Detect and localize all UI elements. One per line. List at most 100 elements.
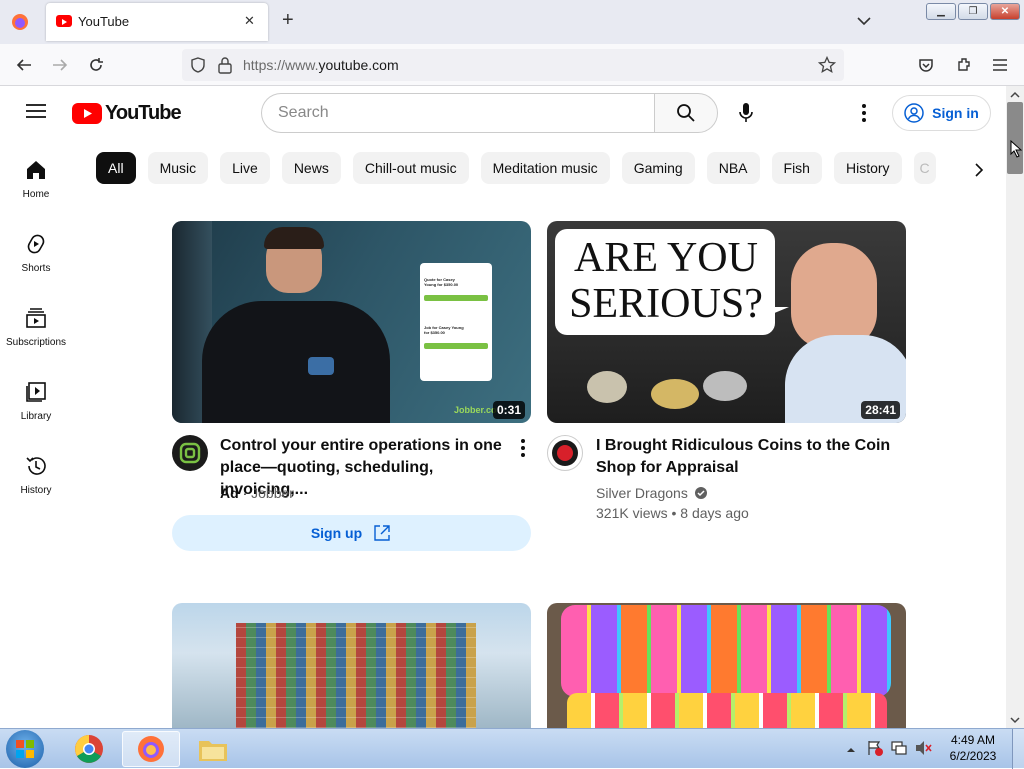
video-duration-badge: 28:41 <box>861 401 900 419</box>
nav-subscriptions-label: Subscriptions <box>5 336 67 348</box>
back-arrow-icon[interactable] <box>10 51 38 79</box>
page-scrollbar[interactable] <box>1006 86 1024 728</box>
extensions-icon[interactable] <box>950 51 978 79</box>
ad-sign-up-button[interactable]: Sign up <box>172 515 531 551</box>
advertiser-name[interactable]: Jobber <box>251 485 294 501</box>
nav-home[interactable]: Home <box>0 142 72 216</box>
taskbar-file-explorer[interactable] <box>184 731 242 767</box>
ad-meta: Ad · Jobber <box>220 485 294 501</box>
windows-logo-icon <box>16 740 34 758</box>
chip-all[interactable]: All <box>96 152 136 184</box>
yt-masthead: YouTube Search Sign in <box>0 86 1006 142</box>
bookmark-star-icon[interactable] <box>817 55 837 74</box>
ad-thumbnail[interactable]: Quote for Casey Young for $350.00 Job fo… <box>172 221 531 423</box>
youtube-play-logo-icon <box>72 102 102 124</box>
channel-avatar[interactable] <box>547 435 583 471</box>
mouse-cursor-icon <box>1010 139 1023 158</box>
voice-search-microphone-icon[interactable] <box>736 102 756 124</box>
restore-window-button[interactable]: ❐ <box>958 3 988 20</box>
tab-title: YouTube <box>78 14 130 29</box>
tracking-shield-icon[interactable] <box>189 56 207 74</box>
sign-in-button[interactable]: Sign in <box>892 95 991 131</box>
video-title-line-2: Shop for Appraisal <box>596 459 739 476</box>
nav-subscriptions[interactable]: Subscriptions <box>0 290 72 364</box>
firefox-menu-icon[interactable] <box>10 12 30 32</box>
close-window-button[interactable]: ✕ <box>990 3 1020 20</box>
channel-name[interactable]: Silver Dragons <box>596 485 688 501</box>
taskbar-firefox[interactable] <box>122 731 180 767</box>
tab-close-icon[interactable]: ✕ <box>244 13 255 29</box>
new-tab-button[interactable]: + <box>282 9 294 32</box>
video-thumbnail-container-ship[interactable] <box>172 603 531 728</box>
windows-taskbar: 4:49 AM 6/2/2023 <box>0 728 1024 769</box>
settings-kebab-icon[interactable] <box>860 103 868 123</box>
youtube-logo-text: YouTube <box>105 101 182 124</box>
chip-gaming[interactable]: Gaming <box>621 152 695 184</box>
tab-youtube[interactable]: YouTube ✕ <box>46 3 268 41</box>
ad-action-menu-icon[interactable] <box>519 438 527 458</box>
ad-card-green-button-2 <box>424 343 488 349</box>
nav-shorts-label: Shorts <box>21 262 51 274</box>
account-circle-icon <box>904 103 924 123</box>
scrollbar-thumb[interactable] <box>1007 102 1023 174</box>
taskbar-chrome[interactable] <box>60 731 118 767</box>
start-button[interactable] <box>6 730 44 768</box>
list-all-tabs-chevron-icon[interactable] <box>855 12 873 30</box>
app-menu-icon[interactable] <box>986 51 1014 79</box>
chip-live[interactable]: Live <box>220 152 270 184</box>
chip-history[interactable]: History <box>833 152 902 184</box>
chip-news[interactable]: News <box>281 152 341 184</box>
scroll-down-arrow-icon[interactable] <box>1008 713 1022 725</box>
advertiser-avatar[interactable] <box>172 435 208 471</box>
minimize-window-button[interactable]: ▁ <box>926 3 956 20</box>
lock-icon[interactable] <box>217 56 233 74</box>
thumb-balloons-row-2 <box>567 693 887 728</box>
nav-history[interactable]: History <box>0 438 72 512</box>
url-bar[interactable]: https://www.youtube.com <box>182 49 844 81</box>
video-thumbnail-balloons[interactable] <box>547 603 906 728</box>
video-title[interactable]: I Brought Ridiculous Coins to the Coin S… <box>596 435 896 479</box>
jobber-logo-icon <box>179 442 201 464</box>
chip-partial[interactable]: C <box>913 152 936 184</box>
thumb-coin-1 <box>587 371 627 403</box>
channel-row: Silver Dragons <box>596 485 708 501</box>
nav-library[interactable]: Library <box>0 364 72 438</box>
chip-music[interactable]: Music <box>147 152 209 184</box>
youtube-logo[interactable]: YouTube <box>72 101 182 124</box>
search-input[interactable]: Search <box>261 93 655 133</box>
nav-shorts[interactable]: Shorts <box>0 216 72 290</box>
chip-nba[interactable]: NBA <box>706 152 760 184</box>
show-desktop-button[interactable] <box>1012 729 1024 769</box>
meta-separator: • <box>671 505 677 521</box>
search-button[interactable] <box>654 93 718 133</box>
video-thumbnail[interactable]: ARE YOU SERIOUS? 28:41 <box>547 221 906 423</box>
view-count: 321K views <box>596 505 668 521</box>
action-center-flag-icon[interactable] <box>866 739 884 757</box>
url-text[interactable]: https://www.youtube.com <box>243 57 399 73</box>
external-link-icon <box>374 525 390 541</box>
scroll-up-arrow-icon[interactable] <box>1008 88 1022 100</box>
chip-meditation-music[interactable]: Meditation music <box>480 152 610 184</box>
thumb-container-rows <box>236 623 476 728</box>
reload-icon[interactable] <box>82 51 110 79</box>
chips-next-chevron-icon[interactable] <box>964 158 994 182</box>
folder-icon <box>199 741 227 761</box>
youtube-page: YouTube Search Sign in Home Shorts Subsc… <box>0 86 1006 728</box>
show-hidden-icons-chevron-icon[interactable] <box>846 742 856 752</box>
library-icon <box>26 381 46 402</box>
thumb-man-face <box>791 243 877 349</box>
history-icon <box>26 456 46 475</box>
ad-sign-up-label: Sign up <box>310 525 363 541</box>
guide-menu-icon[interactable] <box>26 103 46 119</box>
chip-fish[interactable]: Fish <box>771 152 822 184</box>
volume-muted-icon[interactable] <box>914 739 932 757</box>
ad-thumb-shirt-logo <box>308 357 334 375</box>
ad-thumb-person-hair <box>264 227 324 249</box>
filter-chips-bar: All Music Live News Chill-out music Medi… <box>96 152 936 186</box>
network-icon[interactable] <box>890 739 908 757</box>
system-clock[interactable]: 4:49 AM 6/2/2023 <box>938 732 1008 764</box>
chip-chill-out-music[interactable]: Chill-out music <box>352 152 469 184</box>
ad-title-line-1: Control your entire operations in one <box>220 437 502 454</box>
pocket-icon[interactable] <box>912 51 940 79</box>
forward-arrow-icon[interactable] <box>46 51 74 79</box>
